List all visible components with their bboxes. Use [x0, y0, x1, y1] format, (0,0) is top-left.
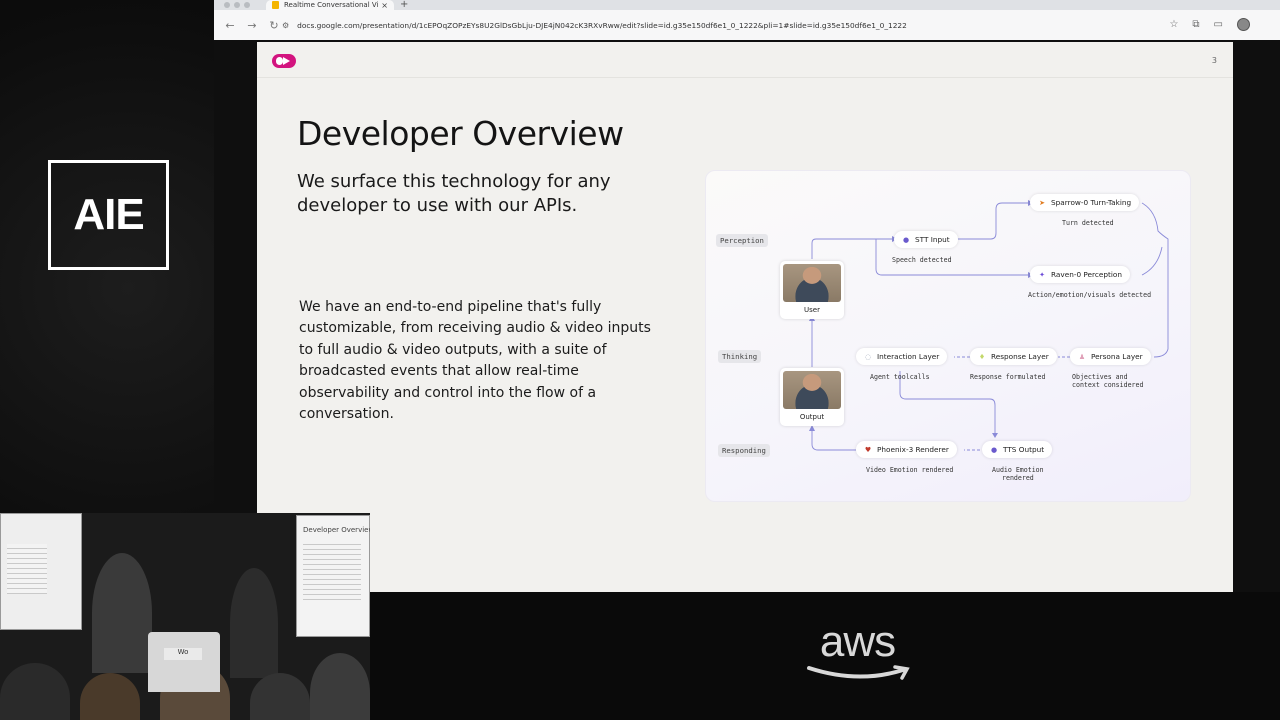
caption-agent-toolcalls: Agent toolcalls	[870, 373, 930, 381]
node-label: Phoenix-3 Renderer	[877, 445, 949, 454]
mini-slide-text	[303, 540, 361, 600]
aie-event-logo: AIE	[48, 160, 169, 270]
new-tab-icon[interactable]: +	[400, 0, 408, 10]
microphone-icon: ●	[990, 445, 998, 454]
mini-diagram	[7, 544, 47, 594]
podium-plate: Wo	[164, 648, 202, 660]
node-stt-input: ● STT Input	[894, 231, 958, 248]
node-label: Raven-0 Perception	[1051, 270, 1122, 279]
podium: Wo	[148, 632, 220, 692]
slide: 3 Developer Overview We surface this tec…	[257, 42, 1233, 592]
extensions-icon[interactable]: ⧉	[1192, 19, 1199, 30]
url-text[interactable]: docs.google.com/presentation/d/1cEPOqZOP…	[297, 21, 907, 30]
slide-number: 3	[1211, 56, 1217, 65]
audience-member	[80, 673, 140, 720]
node-response-layer: ♦ Response Layer	[970, 348, 1057, 365]
speaker-2	[230, 568, 278, 678]
stage-thinking: Thinking	[718, 350, 762, 363]
profile-icon[interactable]	[1237, 18, 1250, 31]
audience-member	[250, 673, 310, 720]
tab-slides[interactable]: Realtime Conversational Vid ×	[266, 0, 394, 10]
microphone-icon: ●	[902, 235, 910, 244]
user-label: User	[804, 306, 820, 314]
browser-toolbar: ← → ↻ ⚙ docs.google.com/presentation/d/1…	[214, 10, 1280, 40]
close-tab-icon[interactable]: ×	[381, 1, 388, 10]
node-persona-layer: ♟ Persona Layer	[1070, 348, 1151, 365]
aws-smile-icon	[806, 665, 910, 680]
toolbar-actions: ☆ ⧉ ▭	[1169, 18, 1250, 31]
node-raven: ✦ Raven-0 Perception	[1030, 266, 1130, 283]
back-icon[interactable]: ←	[224, 19, 236, 32]
caption-speech-detected: Speech detected	[892, 256, 952, 264]
caption-turn-detected: Turn detected	[1062, 219, 1114, 227]
caption-response-formulated: Response formulated	[970, 373, 1046, 381]
slide-body-text: We have an end-to-end pipeline that's fu…	[299, 299, 651, 423]
raven-bird-icon: ✦	[1039, 270, 1045, 279]
caption-audio-emotion-1: Audio Emotion	[992, 466, 1044, 474]
user-video-card: User	[780, 261, 844, 319]
audience-member	[0, 663, 70, 720]
speaker-1	[92, 553, 152, 673]
reload-icon[interactable]: ↻	[268, 19, 280, 32]
caption-audio-emotion-2: rendered	[1002, 474, 1034, 482]
stage-screen-right: Developer Overview	[296, 515, 370, 637]
output-video-card: Output	[780, 368, 844, 426]
tab-title: Realtime Conversational Vid	[284, 1, 379, 9]
tab-strip: Realtime Conversational Vid × +	[214, 0, 1280, 10]
node-label: Interaction Layer	[877, 352, 940, 361]
node-label: Sparrow-0 Turn-Taking	[1051, 198, 1132, 207]
interaction-icon: ◌	[864, 352, 872, 361]
phoenix-icon: ♥	[864, 445, 872, 454]
node-phoenix-renderer: ♥ Phoenix-3 Renderer	[856, 441, 957, 458]
node-label: Response Layer	[991, 352, 1049, 361]
caption-action-detected: Action/emotion/visuals detected	[1028, 291, 1152, 299]
stage-perception: Perception	[716, 234, 768, 247]
node-label: Persona Layer	[1091, 352, 1143, 361]
forward-icon[interactable]: →	[246, 19, 258, 32]
caption-objectives-2: context considered	[1072, 381, 1144, 389]
node-label: TTS Output	[1003, 445, 1045, 454]
stage-responding: Responding	[718, 444, 770, 457]
node-interaction-layer: ◌ Interaction Layer	[856, 348, 948, 365]
aws-wordmark: aws	[819, 617, 896, 666]
output-label: Output	[799, 413, 825, 421]
slides-favicon-icon	[272, 1, 279, 9]
slide-divider	[257, 77, 1233, 78]
caption-video-emotion: Video Emotion rendered	[866, 466, 954, 474]
persona-icon: ♟	[1078, 352, 1086, 361]
output-photo	[783, 371, 841, 409]
tavus-logo-icon	[272, 54, 296, 68]
sidepanel-icon[interactable]: ▭	[1214, 19, 1223, 30]
window-controls[interactable]	[224, 2, 250, 8]
browser-window: Realtime Conversational Vid × + ← → ↻ ⚙ …	[214, 0, 1280, 40]
aws-sponsor-logo: aws	[800, 620, 915, 692]
node-sparrow: ➤ Sparrow-0 Turn-Taking	[1030, 194, 1140, 211]
audience-member	[310, 653, 370, 720]
sparrow-bird-icon: ➤	[1039, 198, 1045, 207]
slide-subtitle: We surface this technology for any devel…	[297, 171, 611, 216]
site-settings-icon[interactable]: ⚙	[282, 21, 289, 30]
stage-backdrop	[214, 592, 1280, 720]
caption-objectives-1: Objectives and	[1072, 373, 1128, 381]
mini-slide-title: Developer Overview	[303, 526, 370, 534]
user-photo	[783, 264, 841, 302]
node-tts-output: ● TTS Output	[982, 441, 1053, 458]
pipeline-diagram: Perception Thinking Responding User Outp…	[705, 170, 1191, 502]
star-icon[interactable]: ☆	[1169, 19, 1178, 30]
stage-screen-left	[0, 513, 82, 630]
address-bar[interactable]: ⚙ docs.google.com/presentation/d/1cEPOqZ…	[282, 18, 1162, 32]
node-label: STT Input	[915, 235, 950, 244]
bulb-icon: ♦	[978, 352, 986, 361]
slide-title: Developer Overview	[297, 114, 624, 153]
